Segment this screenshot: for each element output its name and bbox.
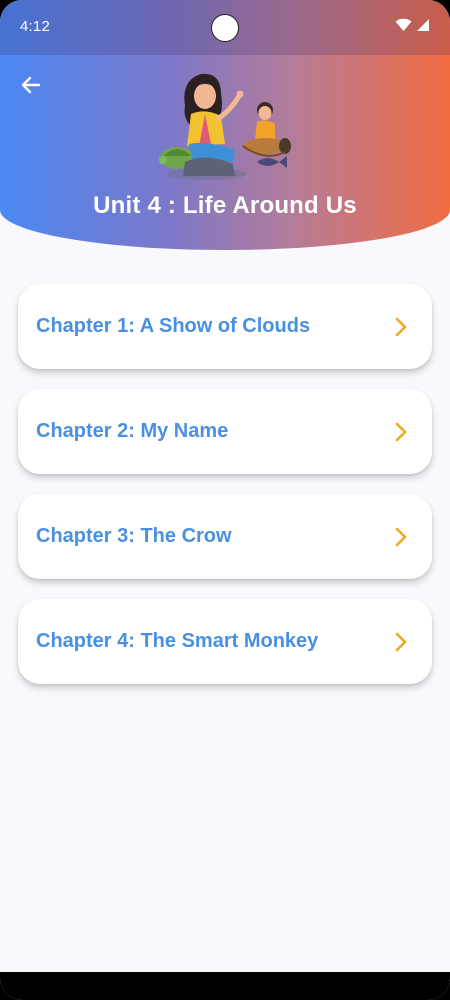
- chapter-card-2[interactable]: Chapter 2: My Name: [18, 389, 432, 474]
- signal-icon: [416, 18, 430, 37]
- status-icons: [395, 18, 430, 37]
- chevron-right-icon: [394, 526, 408, 548]
- chevron-right-icon: [394, 421, 408, 443]
- chapter-card-1[interactable]: Chapter 1: A Show of Clouds: [18, 284, 432, 369]
- unit-illustration: [155, 66, 305, 182]
- chapter-label: Chapter 4: The Smart Monkey: [36, 630, 319, 652]
- arrow-left-icon: [21, 76, 41, 99]
- chapter-list: Chapter 1: A Show of Clouds Chapter 2: M…: [18, 284, 432, 704]
- unit-title: Unit 4 : Life Around Us: [93, 192, 357, 219]
- chevron-right-icon: [394, 631, 408, 653]
- chapter-label: Chapter 2: My Name: [36, 420, 229, 442]
- chapter-card-3[interactable]: Chapter 3: The Crow: [18, 494, 432, 579]
- chapter-label: Chapter 1: A Show of Clouds: [36, 315, 311, 337]
- back-button[interactable]: [14, 70, 48, 104]
- status-time: 4:12: [20, 18, 50, 35]
- chevron-right-icon: [394, 316, 408, 338]
- chapter-card-4[interactable]: Chapter 4: The Smart Monkey: [18, 599, 432, 684]
- system-nav-bar: [0, 972, 450, 1000]
- status-bar: 4:12: [0, 0, 450, 55]
- front-camera: [211, 14, 239, 42]
- chapter-list-screen: 4:12 Unit 4: Life Around Us Chapter 1: …: [0, 0, 450, 1000]
- chapter-label: Chapter 3: The Crow: [36, 525, 232, 547]
- wifi-icon: [395, 18, 412, 37]
